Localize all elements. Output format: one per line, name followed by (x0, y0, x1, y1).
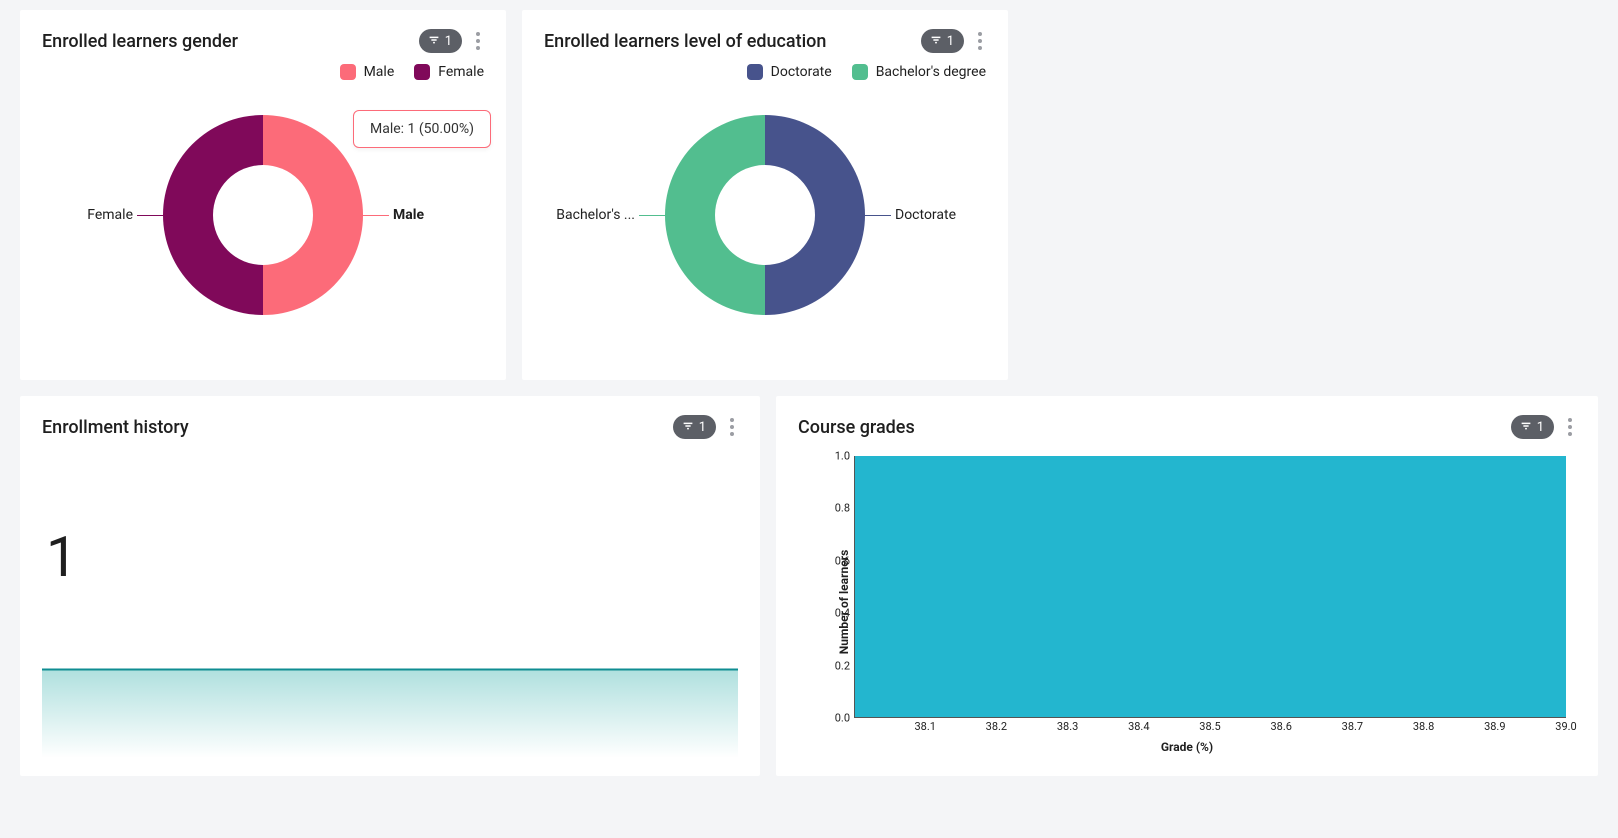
legend-label: Bachelor's degree (876, 64, 986, 80)
bar-fill (855, 456, 1566, 717)
x-tick: 39.0 (1555, 720, 1576, 733)
y-tick: 0.0 (835, 712, 850, 725)
kebab-menu[interactable] (472, 28, 484, 54)
bar-chart-grades: Number of learners 0.00.20.40.60.81.0 38… (798, 452, 1576, 752)
filter-pill[interactable]: 1 (419, 29, 462, 53)
x-ticks: 38.138.238.338.438.538.638.738.838.939.0 (854, 720, 1566, 734)
filter-pill[interactable]: 1 (921, 29, 964, 53)
card-grades: Course grades 1 Number of learners 0.00.… (776, 396, 1598, 776)
swatch (747, 64, 763, 80)
filter-count: 1 (1537, 421, 1544, 434)
filter-count: 1 (699, 421, 706, 434)
x-tick: 38.5 (1199, 720, 1220, 733)
slice-label-male: Male (393, 207, 424, 223)
card-history: Enrollment history 1 1 (20, 396, 760, 776)
leader-line (865, 215, 891, 216)
x-tick: 38.2 (986, 720, 1007, 733)
filter-pill[interactable]: 1 (673, 415, 716, 439)
y-ticks: 0.00.20.40.60.81.0 (822, 456, 850, 718)
x-tick: 38.8 (1413, 720, 1434, 733)
x-tick: 38.7 (1342, 720, 1363, 733)
card-actions: 1 (673, 414, 738, 440)
chart-tooltip: Male: 1 (50.00%) (353, 110, 491, 148)
legend-item-female[interactable]: Female (414, 64, 484, 80)
swatch (852, 64, 868, 80)
history-sparkline (42, 668, 738, 758)
filter-icon (1519, 419, 1533, 436)
y-tick: 0.4 (835, 607, 850, 620)
x-tick: 38.6 (1270, 720, 1291, 733)
donut[interactable] (665, 115, 865, 315)
card-actions: 1 (1511, 414, 1576, 440)
swatch (340, 64, 356, 80)
card-actions: 1 (419, 28, 484, 54)
leader-line (363, 215, 389, 216)
legend-item-doctorate[interactable]: Doctorate (747, 64, 832, 80)
y-tick: 1.0 (835, 450, 850, 463)
filter-pill[interactable]: 1 (1511, 415, 1554, 439)
filter-icon (929, 33, 943, 50)
x-tick: 38.3 (1057, 720, 1078, 733)
card-education: Enrolled learners level of education 1 D… (522, 10, 1008, 380)
plot-area[interactable] (854, 456, 1566, 718)
card-title: Course grades (798, 417, 915, 438)
card-gender: Enrolled learners gender 1 Male Female (20, 10, 506, 380)
donut-chart-gender: Female Male Male: 1 (50.00%) (42, 80, 484, 350)
card-actions: 1 (921, 28, 986, 54)
kebab-menu[interactable] (974, 28, 986, 54)
legend-item-bachelor[interactable]: Bachelor's degree (852, 64, 986, 80)
card-header: Enrolled learners gender 1 (42, 28, 484, 54)
filter-icon (681, 419, 695, 436)
legend: Male Female (42, 64, 484, 80)
slice-label-female: Female (87, 207, 133, 223)
kebab-menu[interactable] (726, 414, 738, 440)
card-header: Course grades 1 (798, 414, 1576, 440)
card-title: Enrolled learners level of education (544, 31, 826, 52)
donut[interactable] (163, 115, 363, 315)
filter-count: 1 (445, 35, 452, 48)
filter-count: 1 (947, 35, 954, 48)
y-tick: 0.6 (835, 554, 850, 567)
swatch (414, 64, 430, 80)
history-value: 1 (46, 524, 738, 590)
card-title: Enrollment history (42, 417, 189, 438)
leader-line (639, 215, 665, 216)
legend-item-male[interactable]: Male (340, 64, 395, 80)
y-tick: 0.8 (835, 502, 850, 515)
slice-label-doctorate: Doctorate (895, 207, 956, 223)
card-title: Enrolled learners gender (42, 31, 238, 52)
x-axis-label: Grade (%) (1161, 740, 1213, 754)
legend: Doctorate Bachelor's degree (544, 64, 986, 80)
kebab-menu[interactable] (1564, 414, 1576, 440)
x-tick: 38.9 (1484, 720, 1505, 733)
x-tick: 38.4 (1128, 720, 1149, 733)
card-header: Enrollment history 1 (42, 414, 738, 440)
leader-line (137, 215, 163, 216)
card-header: Enrolled learners level of education 1 (544, 28, 986, 54)
filter-icon (427, 33, 441, 50)
legend-label: Doctorate (771, 64, 832, 80)
legend-label: Female (438, 64, 484, 80)
legend-label: Male (364, 64, 395, 80)
slice-label-bachelor: Bachelor's ... (556, 207, 635, 223)
donut-chart-education: Bachelor's ... Doctorate (544, 80, 986, 350)
y-tick: 0.2 (835, 659, 850, 672)
x-tick: 38.1 (914, 720, 935, 733)
